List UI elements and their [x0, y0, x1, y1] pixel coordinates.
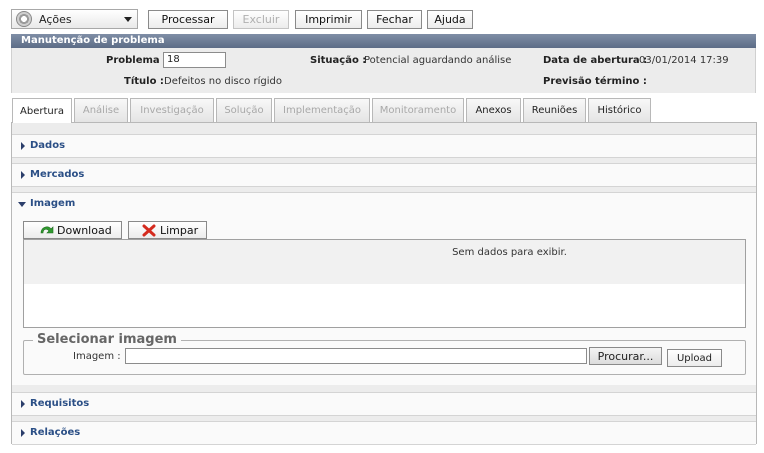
fechar-button[interactable]: Fechar — [367, 10, 422, 29]
imagem-file-field[interactable] — [125, 348, 587, 364]
acoes-label: Ações — [39, 12, 72, 26]
toolbar: Ações Processar Excluir Imprimir Fechar … — [11, 9, 756, 31]
titulo-value: Defeitos no disco rígido — [164, 76, 282, 87]
tab-analise[interactable]: Análise — [74, 98, 128, 122]
tab-implementacao[interactable]: Implementação — [274, 98, 370, 122]
section-title: Requisitos — [30, 398, 90, 409]
selecionar-imagem-legend: Selecionar imagem — [33, 332, 181, 347]
data-abertura-label: Data de abertura : — [543, 55, 648, 66]
download-icon — [40, 226, 54, 234]
tab-reunioes[interactable]: Reuniões — [523, 98, 586, 122]
limpar-button[interactable]: Limpar — [128, 221, 207, 239]
excluir-button[interactable]: Excluir — [233, 10, 289, 29]
chevron-down-icon — [124, 17, 132, 22]
expand-icon — [21, 400, 25, 408]
processar-button[interactable]: Processar — [148, 10, 228, 29]
expand-icon — [21, 142, 25, 150]
imagem-grid: Sem dados para exibir. — [23, 239, 746, 328]
section-title: Mercados — [30, 169, 85, 180]
tab-investigacao[interactable]: Investigação — [130, 98, 214, 122]
data-abertura-value: 03/01/2014 17:39 — [639, 55, 729, 66]
titulo-label: Título : — [124, 76, 164, 87]
tab-abertura[interactable]: Abertura — [12, 98, 72, 123]
problema-field[interactable]: 18 — [163, 52, 226, 68]
section-relacoes[interactable]: Relações — [12, 421, 756, 445]
browse-button[interactable]: Procurar... — [589, 347, 662, 365]
collapse-icon — [18, 202, 26, 207]
imagem-field-label: Imagem : — [73, 351, 121, 362]
situacao-label: Situação : — [310, 55, 367, 66]
limpar-label: Limpar — [160, 223, 199, 237]
acoes-dropdown[interactable]: Ações — [11, 9, 138, 29]
ajuda-button[interactable]: Ajuda — [427, 10, 473, 29]
section-title: Relações — [30, 427, 81, 438]
section-requisitos[interactable]: Requisitos — [12, 392, 756, 416]
tab-solucao[interactable]: Solução — [216, 98, 272, 122]
empty-message: Sem dados para exibir. — [452, 247, 567, 258]
problema-label: Problema : — [106, 55, 168, 66]
delete-icon — [142, 224, 156, 237]
expand-icon — [21, 429, 25, 437]
tab-monitoramento[interactable]: Monitoramento — [372, 98, 464, 122]
previsao-label: Previsão término : — [543, 76, 647, 87]
section-title: Dados — [30, 140, 66, 151]
section-mercados[interactable]: Mercados — [12, 163, 756, 187]
expand-icon — [21, 171, 25, 179]
section-title: Imagem — [30, 198, 76, 209]
gear-icon — [16, 11, 32, 27]
section-dados[interactable]: Dados — [12, 134, 756, 158]
upload-button[interactable]: Upload — [667, 349, 722, 367]
tab-historico[interactable]: Histórico — [588, 98, 651, 122]
download-label: Download — [57, 223, 112, 237]
situacao-value: Potencial aguardando análise — [364, 55, 512, 66]
imprimir-button[interactable]: Imprimir — [295, 10, 362, 29]
tab-anexos[interactable]: Anexos — [466, 98, 521, 122]
panel-title: Manutenção de problema — [11, 34, 756, 48]
download-button[interactable]: Download — [23, 221, 122, 239]
